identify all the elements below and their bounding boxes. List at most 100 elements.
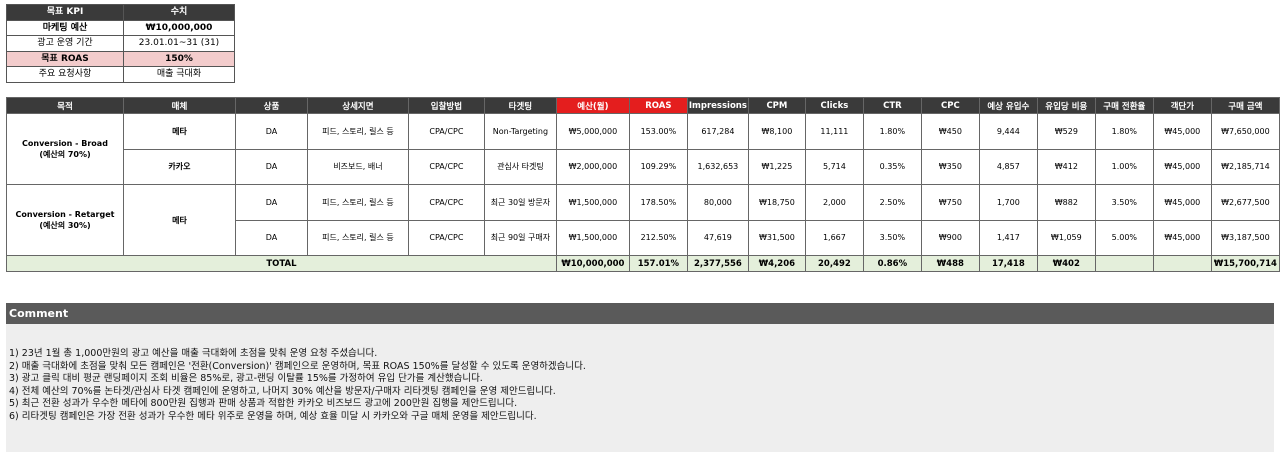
media-cell[interactable]: 카카오 [122,148,236,185]
revenue-cell[interactable]: ₩3,187,500 [1210,219,1280,256]
targeting-cell[interactable]: 최근 30일 방문자 [483,184,557,221]
visits-cell[interactable]: 9,444 [978,113,1038,150]
cvr-cell[interactable]: 1.80% [1094,113,1154,150]
aov-cell[interactable]: ₩45,000 [1152,113,1212,150]
targeting-cell[interactable]: 최근 90일 구매자 [483,219,557,256]
revenue-cell[interactable]: ₩2,677,500 [1210,184,1280,221]
kpi-value[interactable]: 150% [123,50,235,67]
col-header-budget[interactable]: 예산(월) [555,97,630,114]
impressions-cell[interactable]: 617,284 [686,113,749,150]
total-roas[interactable]: 157.01% [628,255,688,272]
objective-cell-broad[interactable]: Conversion - Broad (예산의 70%) [6,113,124,185]
cpc-cell[interactable]: ₩750 [920,184,980,221]
total-budget[interactable]: ₩10,000,000 [555,255,630,272]
kpi-key[interactable]: 주요 요청사항 [6,66,124,83]
roas-cell[interactable]: 109.29% [628,148,688,185]
total-cpm[interactable]: ₩4,206 [747,255,806,272]
col-header-product[interactable]: 상품 [234,97,308,114]
product-cell[interactable]: DA [234,184,308,221]
col-header-visits[interactable]: 예상 유입수 [978,97,1038,114]
total-label[interactable]: TOTAL [6,255,557,272]
clicks-cell[interactable]: 5,714 [804,148,864,185]
visits-cell[interactable]: 4,857 [978,148,1038,185]
ctr-cell[interactable]: 0.35% [862,148,922,185]
col-header-revenue[interactable]: 구매 금액 [1210,97,1280,114]
cvr-cell[interactable]: 1.00% [1094,148,1154,185]
aov-cell[interactable]: ₩45,000 [1152,148,1212,185]
revenue-cell[interactable]: ₩7,650,000 [1210,113,1280,150]
col-header-objective[interactable]: 목적 [6,97,124,114]
impressions-cell[interactable]: 47,619 [686,219,749,256]
cpm-cell[interactable]: ₩8,100 [747,113,806,150]
total-impressions[interactable]: 2,377,556 [686,255,749,272]
col-header-aov[interactable]: 객단가 [1152,97,1212,114]
budget-cell[interactable]: ₩1,500,000 [555,219,630,256]
targeting-cell[interactable]: Non-Targeting [483,113,557,150]
bid-cell[interactable]: CPA/CPC [407,148,485,185]
col-header-cost-per-visit[interactable]: 유입당 비용 [1036,97,1096,114]
placement-cell[interactable]: 피드, 스토리, 릴스 등 [306,184,409,221]
total-cpc[interactable]: ₩488 [920,255,980,272]
impressions-cell[interactable]: 80,000 [686,184,749,221]
visits-cell[interactable]: 1,700 [978,184,1038,221]
total-ctr[interactable]: 0.86% [862,255,922,272]
roas-cell[interactable]: 212.50% [628,219,688,256]
col-header-bid[interactable]: 입찰방법 [407,97,485,114]
total-aov[interactable] [1152,255,1212,272]
total-clicks[interactable]: 20,492 [804,255,864,272]
placement-cell[interactable]: 비즈보드, 배너 [306,148,409,185]
kpi-value[interactable]: 23.01.01~31 (31) [123,35,235,52]
visits-cell[interactable]: 1,417 [978,219,1038,256]
product-cell[interactable]: DA [234,148,308,185]
total-revenue[interactable]: ₩15,700,714 [1210,255,1280,272]
total-cost-per-visit[interactable]: ₩402 [1036,255,1096,272]
ctr-cell[interactable]: 1.80% [862,113,922,150]
bid-cell[interactable]: CPA/CPC [407,219,485,256]
aov-cell[interactable]: ₩45,000 [1152,219,1212,256]
kpi-value[interactable]: 매출 극대화 [123,66,235,83]
cpc-cell[interactable]: ₩450 [920,113,980,150]
clicks-cell[interactable]: 2,000 [804,184,864,221]
bid-cell[interactable]: CPA/CPC [407,184,485,221]
cpm-cell[interactable]: ₩31,500 [747,219,806,256]
col-header-impressions[interactable]: Impressions [686,97,749,114]
cpc-cell[interactable]: ₩900 [920,219,980,256]
col-header-placement[interactable]: 상세지면 [306,97,409,114]
col-header-cpm[interactable]: CPM [747,97,806,114]
col-header-cpc[interactable]: CPC [920,97,980,114]
targeting-cell[interactable]: 관심사 타겟팅 [483,148,557,185]
budget-cell[interactable]: ₩5,000,000 [555,113,630,150]
col-header-ctr[interactable]: CTR [862,97,922,114]
placement-cell[interactable]: 피드, 스토리, 릴스 등 [306,113,409,150]
cvr-cell[interactable]: 5.00% [1094,219,1154,256]
clicks-cell[interactable]: 11,111 [804,113,864,150]
aov-cell[interactable]: ₩45,000 [1152,184,1212,221]
kpi-value[interactable]: ₩10,000,000 [123,19,235,36]
budget-cell[interactable]: ₩2,000,000 [555,148,630,185]
col-header-cvr[interactable]: 구매 전환율 [1094,97,1154,114]
cost-per-visit-cell[interactable]: ₩529 [1036,113,1096,150]
cost-per-visit-cell[interactable]: ₩1,059 [1036,219,1096,256]
objective-cell-retarget[interactable]: Conversion - Retarget (예산의 30%) [6,184,124,256]
placement-cell[interactable]: 피드, 스토리, 릴스 등 [306,219,409,256]
media-cell[interactable]: 메타 [122,113,236,150]
budget-cell[interactable]: ₩1,500,000 [555,184,630,221]
col-header-targeting[interactable]: 타겟팅 [483,97,557,114]
ctr-cell[interactable]: 2.50% [862,184,922,221]
cost-per-visit-cell[interactable]: ₩882 [1036,184,1096,221]
roas-cell[interactable]: 178.50% [628,184,688,221]
kpi-key[interactable]: 목표 ROAS [6,50,124,67]
impressions-cell[interactable]: 1,632,653 [686,148,749,185]
product-cell[interactable]: DA [234,113,308,150]
revenue-cell[interactable]: ₩2,185,714 [1210,148,1280,185]
roas-cell[interactable]: 153.00% [628,113,688,150]
product-cell[interactable]: DA [234,219,308,256]
cpm-cell[interactable]: ₩1,225 [747,148,806,185]
cost-per-visit-cell[interactable]: ₩412 [1036,148,1096,185]
clicks-cell[interactable]: 1,667 [804,219,864,256]
kpi-key[interactable]: 마케팅 예산 [6,19,124,36]
bid-cell[interactable]: CPA/CPC [407,113,485,150]
total-visits[interactable]: 17,418 [978,255,1038,272]
col-header-roas[interactable]: ROAS [628,97,688,114]
media-cell[interactable]: 메타 [122,184,236,256]
